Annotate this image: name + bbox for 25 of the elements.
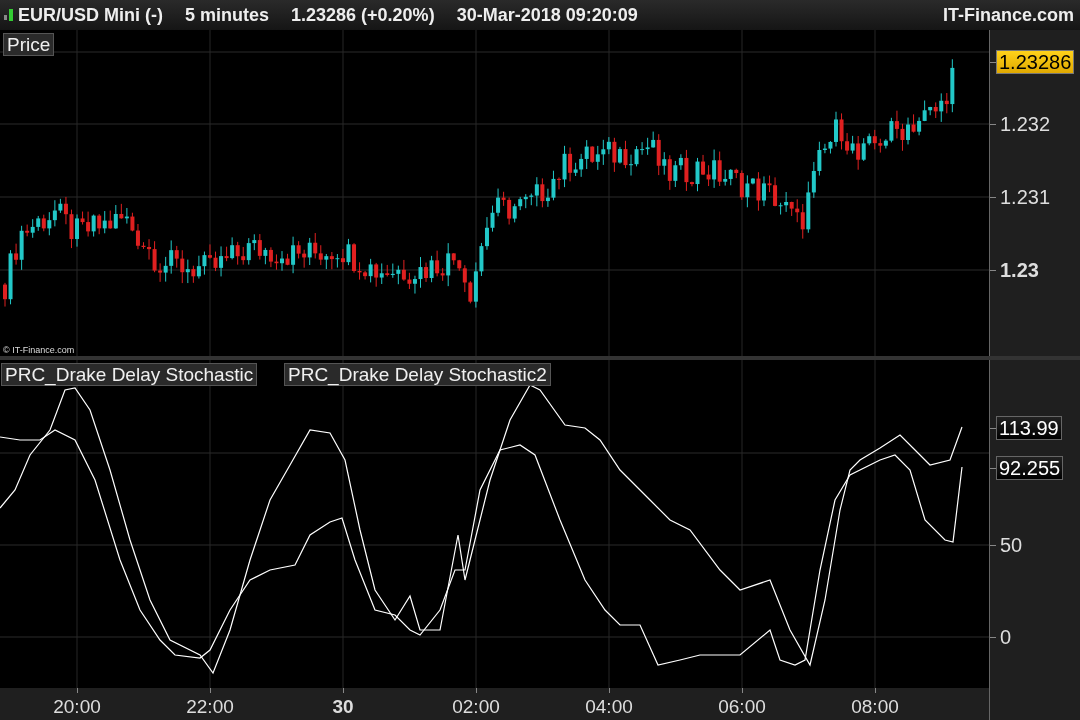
time-axis-label: 30 [332,696,354,718]
value-tag: 92.255 [996,456,1064,480]
date-time: 30-Mar-2018 09:20:09 [456,4,638,26]
price-quote: 1.23286 (+0.20%) [291,4,435,26]
watermark-text: © IT-Finance.com [3,345,75,355]
time-axis-label: 02:00 [452,696,500,718]
price-axis-label: 1.23 [1000,258,1039,282]
time-axis-label: 20:00 [53,696,101,718]
panel-title: Price [3,33,55,56]
time-axis-label: 08:00 [851,696,899,718]
value-tag: 113.99 [996,416,1062,440]
price-axis-label: 1.232 [1000,112,1051,136]
indicator-legend: PRC_Drake Delay Stochastic2 [284,363,551,386]
candle-icon [4,8,14,22]
interval-label: 5 minutes [185,4,269,26]
indicator-legend: PRC_Drake Delay Stochastic [1,363,258,386]
time-axis-label: 04:00 [585,696,633,718]
time-axis-label: 22:00 [186,696,234,718]
price-axis-label: 1.231 [1000,185,1051,209]
brand-name: IT-Finance.com [942,4,1074,26]
indicator-axis-label: 50 [1000,533,1023,557]
time-axis-label: 06:00 [718,696,766,718]
indicator-axis-label: 0 [1000,625,1012,649]
symbol-name: EUR/USD Mini (-) [18,4,163,26]
price-tag: 1.23286 [996,50,1075,74]
